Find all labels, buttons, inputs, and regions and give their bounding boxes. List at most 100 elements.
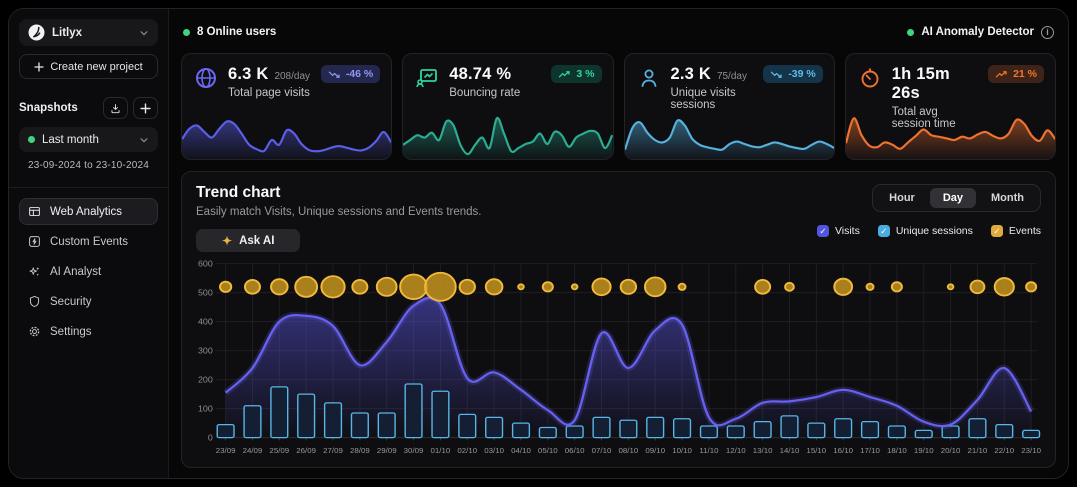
svg-text:400: 400 (198, 317, 213, 327)
svg-text:06/10: 06/10 (565, 446, 585, 455)
chevron-down-icon (139, 28, 149, 38)
chart-legend: ✓ Visits ✓ Unique sessions ✓ Events (817, 225, 1041, 237)
sidebar-item-label: Security (50, 296, 92, 308)
stat-rate: 208/day (274, 71, 310, 82)
security-icon (28, 295, 41, 308)
stat-value: 2.3 K (671, 65, 711, 84)
svg-text:12/10: 12/10 (726, 446, 746, 455)
stat-value: 1h 15m 26s (892, 65, 973, 103)
ask-ai-button[interactable]: ✦ Ask AI (196, 229, 300, 252)
presentation-icon (414, 65, 440, 91)
trend-chart-title: Trend chart (196, 184, 482, 202)
snapshot-date-range: 23-09-2024 to 23-10-2024 (19, 160, 158, 171)
sidebar-item-custom-events[interactable]: Custom Events (19, 228, 158, 255)
legend-events[interactable]: ✓ Events (991, 225, 1041, 237)
chevron-down-icon (139, 135, 149, 145)
plus-icon (34, 62, 44, 72)
svg-text:03/10: 03/10 (484, 446, 504, 455)
snapshot-add-button[interactable] (133, 97, 158, 119)
svg-text:15/10: 15/10 (806, 446, 826, 455)
plus-icon (140, 103, 151, 114)
create-project-button[interactable]: Create new project (19, 54, 158, 79)
legend-unique-sessions[interactable]: ✓ Unique sessions (878, 225, 973, 237)
svg-text:27/09: 27/09 (323, 446, 343, 455)
sidebar-divider (9, 187, 168, 188)
stat-label: Total page visits (228, 87, 312, 99)
svg-text:24/09: 24/09 (243, 446, 263, 455)
snapshot-export-button[interactable] (103, 97, 128, 119)
checkbox-checked-icon: ✓ (878, 225, 890, 237)
online-status-dot (183, 29, 190, 36)
settings-icon (28, 325, 41, 338)
custom-events-icon (28, 235, 41, 248)
svg-text:09/10: 09/10 (645, 446, 665, 455)
anomaly-status-dot (907, 29, 914, 36)
sparkline-chart (625, 110, 834, 159)
legend-visits[interactable]: ✓ Visits (817, 225, 860, 237)
info-icon[interactable]: i (1041, 26, 1054, 39)
main-content: 8 Online users AI Anomaly Detector i (169, 9, 1068, 478)
trend-up-icon (558, 70, 571, 79)
topbar: 8 Online users AI Anomaly Detector i (181, 19, 1056, 45)
svg-text:16/10: 16/10 (833, 446, 853, 455)
card-bouncing-rate: 48.74 % Bouncing rate 3 % (402, 53, 613, 160)
app-window: Litlyx Create new project Snapshots (8, 8, 1069, 479)
stat-label: Bouncing rate (449, 87, 542, 99)
sparkline-chart (403, 110, 612, 159)
svg-text:17/10: 17/10 (860, 446, 880, 455)
checkbox-checked-icon: ✓ (817, 225, 829, 237)
trend-chart[interactable]: 010020030040050060023/0924/0925/0926/092… (196, 260, 1041, 463)
stat-rate: 75/day (717, 71, 747, 82)
trend-up-icon (995, 70, 1008, 79)
svg-text:07/10: 07/10 (592, 446, 612, 455)
svg-text:19/10: 19/10 (914, 446, 934, 455)
range-month-button[interactable]: Month (978, 188, 1037, 208)
svg-text:0: 0 (208, 433, 213, 443)
sidebar-nav: Web Analytics Custom Events AI Analyst (19, 198, 158, 345)
download-icon (110, 103, 121, 114)
stat-label: Unique visits sessions (671, 87, 755, 111)
sidebar-item-security[interactable]: Security (19, 288, 158, 315)
ai-analyst-icon (28, 265, 41, 278)
ask-ai-label: Ask AI (239, 235, 274, 247)
trend-badge: 3 % (551, 65, 601, 83)
range-day-button[interactable]: Day (930, 188, 976, 208)
trend-badge: -46 % (321, 65, 380, 83)
checkbox-checked-icon: ✓ (991, 225, 1003, 237)
svg-text:25/09: 25/09 (269, 446, 289, 455)
timer-icon (857, 65, 883, 91)
svg-text:04/10: 04/10 (511, 446, 531, 455)
period-status-dot (28, 136, 35, 143)
svg-text:10/10: 10/10 (672, 446, 692, 455)
create-project-label: Create new project (50, 61, 142, 73)
stat-value: 6.3 K (228, 65, 268, 84)
svg-text:18/10: 18/10 (887, 446, 907, 455)
web-analytics-icon (28, 205, 41, 218)
svg-text:23/09: 23/09 (216, 446, 236, 455)
sidebar: Litlyx Create new project Snapshots (9, 9, 169, 478)
sidebar-item-ai-analyst[interactable]: AI Analyst (19, 258, 158, 285)
sidebar-item-label: Custom Events (50, 236, 128, 248)
svg-text:11/10: 11/10 (699, 446, 718, 455)
sidebar-item-label: Web Analytics (50, 206, 122, 218)
svg-text:100: 100 (198, 404, 213, 414)
svg-text:05/10: 05/10 (538, 446, 558, 455)
svg-text:29/09: 29/09 (377, 446, 397, 455)
litlyx-logo-icon (28, 24, 45, 41)
project-name: Litlyx (52, 27, 132, 39)
svg-text:13/10: 13/10 (753, 446, 773, 455)
trend-down-icon (328, 70, 341, 79)
sidebar-item-label: Settings (50, 326, 92, 338)
svg-text:300: 300 (198, 346, 213, 356)
trend-chart-panel: Trend chart Easily match Visits, Unique … (181, 171, 1056, 468)
snapshot-period-select[interactable]: Last month (19, 127, 158, 152)
sidebar-item-web-analytics[interactable]: Web Analytics (19, 198, 158, 225)
project-selector[interactable]: Litlyx (19, 19, 158, 46)
range-hour-button[interactable]: Hour (876, 188, 928, 208)
card-avg-session-time: 1h 15m 26s Total avg session time 21 % (845, 53, 1056, 160)
sparkle-icon: ✦ (222, 235, 232, 247)
stat-value: 48.74 % (449, 65, 511, 84)
sidebar-item-settings[interactable]: Settings (19, 318, 158, 345)
sidebar-item-label: AI Analyst (50, 266, 101, 278)
snapshot-period-value: Last month (42, 134, 132, 146)
